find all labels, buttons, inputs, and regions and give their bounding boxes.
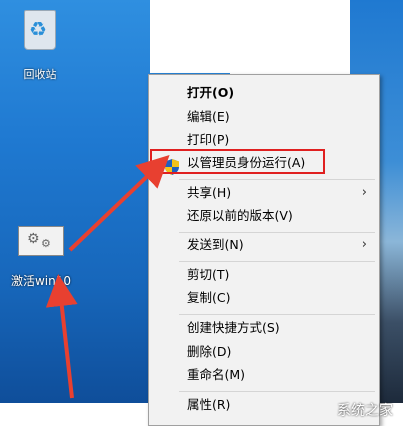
menu-item-rename[interactable]: 重命名(M) [187, 365, 245, 385]
menu-separator [179, 314, 375, 315]
menu-separator [179, 179, 375, 180]
context-menu: 打开(O) 编辑(E) 打印(P) 以管理员身份运行(A) 共享(H) › 还原… [148, 74, 380, 426]
recycle-bin-label: 回收站 [23, 68, 57, 81]
watermark: 系统之家 [337, 403, 393, 419]
menu-item-edit[interactable]: 编辑(E) [187, 107, 230, 127]
menu-item-copy[interactable]: 复制(C) [187, 288, 230, 308]
chevron-right-icon: › [361, 185, 367, 200]
activate-win10-label: 激活win10 [10, 274, 72, 288]
run-as-admin-highlight-box [150, 149, 325, 174]
recycle-bin-desktop-icon[interactable]: 回收站 [18, 10, 62, 82]
chevron-right-icon: › [361, 237, 367, 252]
menu-item-open[interactable]: 打开(O) [187, 83, 234, 103]
menu-item-delete[interactable]: 删除(D) [187, 342, 231, 362]
menu-separator [179, 261, 375, 262]
menu-item-send-to[interactable]: 发送到(N) [187, 235, 244, 255]
recycle-bin-icon [24, 10, 56, 50]
menu-item-cut[interactable]: 剪切(T) [187, 265, 229, 285]
menu-separator [179, 391, 375, 392]
menu-separator [179, 232, 375, 233]
menu-item-share[interactable]: 共享(H) [187, 183, 231, 203]
gear-shortcut-icon: ⚙ ⚙ [18, 226, 64, 256]
menu-item-restore-previous[interactable]: 还原以前的版本(V) [187, 206, 293, 226]
desktop-wallpaper-blank [150, 0, 350, 73]
menu-item-properties[interactable]: 属性(R) [187, 395, 230, 415]
activate-win10-desktop-icon[interactable]: ⚙ ⚙ 激活win10 [10, 226, 72, 289]
menu-item-create-shortcut[interactable]: 创建快捷方式(S) [187, 318, 280, 338]
menu-item-print[interactable]: 打印(P) [187, 130, 229, 150]
